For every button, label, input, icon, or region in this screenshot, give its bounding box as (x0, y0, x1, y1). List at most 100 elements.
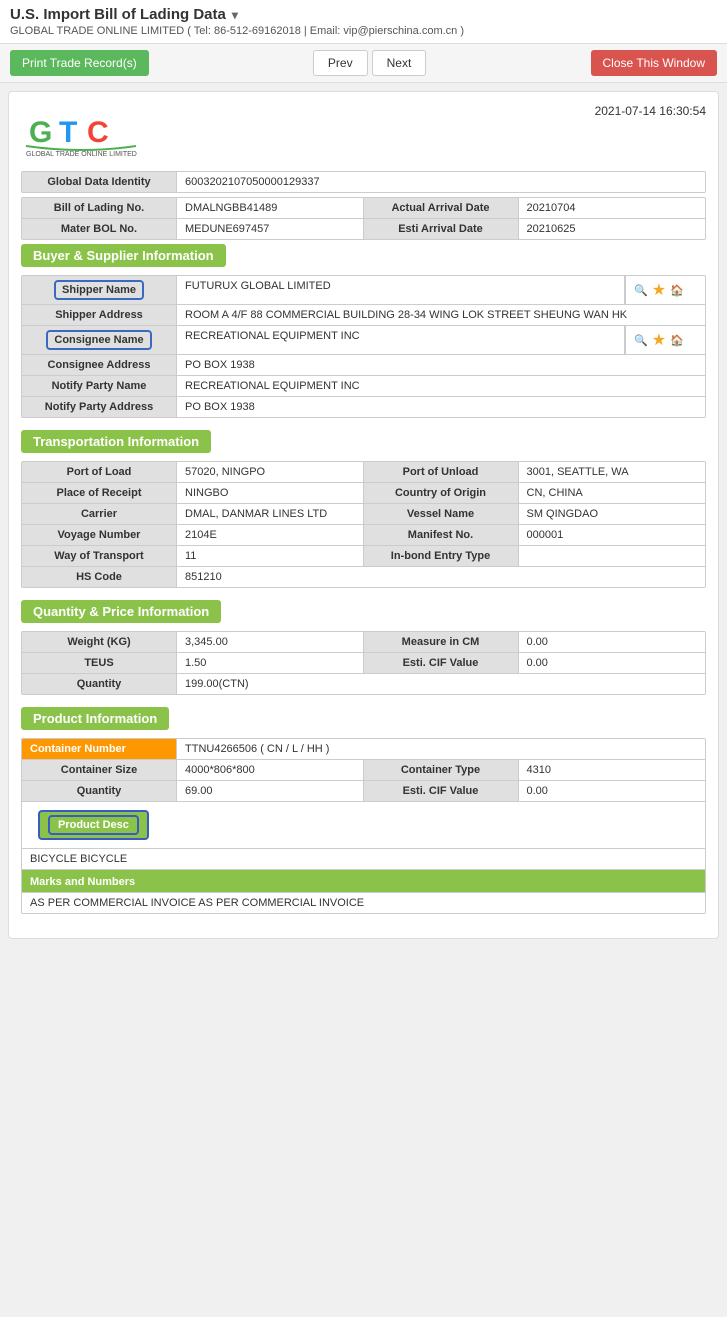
shipper-search-icon[interactable]: 🔍 (634, 284, 648, 297)
main-content: G T C GLOBAL TRADE ONLINE LIMITED 2021-0… (8, 91, 719, 939)
consignee-name-label-text: Consignee Name (46, 330, 151, 350)
logo-area: G T C GLOBAL TRADE ONLINE LIMITED (21, 104, 141, 159)
container-number-label: Container Number (22, 739, 177, 759)
consignee-star-icon[interactable]: ★ (652, 330, 666, 350)
transport-row3: Carrier DMAL, DANMAR LINES LTD Vessel Na… (22, 504, 705, 525)
consignee-search-icon[interactable]: 🔍 (634, 334, 648, 347)
notify-name-row: Notify Party Name RECREATIONAL EQUIPMENT… (22, 376, 705, 397)
measure-value: 0.00 (519, 632, 706, 652)
bol-row: Bill of Lading No. DMALNGBB41489 Actual … (22, 198, 705, 219)
quantity-price-table: Weight (KG) 3,345.00 Measure in CM 0.00 … (21, 631, 706, 695)
product-desc-label-cell: Product Desc (30, 806, 697, 844)
weight-label: Weight (KG) (22, 632, 177, 652)
qp-quantity-label: Quantity (22, 674, 177, 694)
inbond-entry-value (519, 546, 706, 566)
container-size-value: 4000*806*800 (177, 760, 364, 780)
place-of-receipt-label: Place of Receipt (22, 483, 177, 503)
buyer-supplier-header: Buyer & Supplier Information (21, 244, 706, 275)
top-bar: U.S. Import Bill of Lading Data ▾ GLOBAL… (0, 0, 727, 44)
transportation-label: Transportation Information (21, 430, 211, 453)
voyage-number-value: 2104E (177, 525, 364, 545)
shipper-icons: 🔍 ★ 🏠 (625, 276, 705, 304)
marks-value: AS PER COMMERCIAL INVOICE AS PER COMMERC… (22, 893, 705, 913)
qp-row3: Quantity 199.00(CTN) (22, 674, 705, 694)
product-desc-label-text: Product Desc (38, 810, 149, 840)
qp-row2: TEUS 1.50 Esti. CIF Value 0.00 (22, 653, 705, 674)
port-of-load-value: 57020, NINGPO (177, 462, 364, 482)
mater-bol-label: Mater BOL No. (22, 219, 177, 239)
svg-text:GLOBAL TRADE ONLINE LIMITED: GLOBAL TRADE ONLINE LIMITED (26, 151, 137, 158)
transport-row2: Place of Receipt NINGBO Country of Origi… (22, 483, 705, 504)
global-id-label: Global Data Identity (22, 172, 177, 192)
quantity-price-section: Quantity & Price Information Weight (KG)… (21, 600, 706, 695)
product-desc-value-row: BICYCLE BICYCLE (22, 849, 705, 870)
bol-no-label: Bill of Lading No. (22, 198, 177, 218)
esti-arrival-label: Esti Arrival Date (364, 219, 519, 239)
transport-row5: Way of Transport 11 In-bond Entry Type (22, 546, 705, 567)
port-of-unload-value: 3001, SEATTLE, WA (519, 462, 706, 482)
title-dropdown-icon[interactable]: ▾ (232, 8, 238, 22)
marks-value-row: AS PER COMMERCIAL INVOICE AS PER COMMERC… (22, 893, 705, 913)
consignee-icons: 🔍 ★ 🏠 (625, 326, 705, 354)
shipper-address-value: ROOM A 4/F 88 COMMERCIAL BUILDING 28-34 … (177, 305, 705, 325)
product-desc-label-row: Product Desc (22, 802, 705, 849)
product-desc-value: BICYCLE BICYCLE (22, 849, 705, 869)
quantity-price-header: Quantity & Price Information (21, 600, 706, 631)
vessel-name-value: SM QINGDAO (519, 504, 706, 524)
title-text: U.S. Import Bill of Lading Data (10, 6, 226, 23)
marks-label-cell: Marks and Numbers (30, 874, 697, 888)
global-id-value: 6003202107050000129337 (177, 172, 705, 192)
nav-buttons: Prev Next (313, 50, 426, 76)
shipper-name-label-text: Shipper Name (54, 280, 144, 300)
port-of-unload-label: Port of Unload (364, 462, 519, 482)
vessel-name-label: Vessel Name (364, 504, 519, 524)
arrival-date-label: Actual Arrival Date (364, 198, 519, 218)
page-title: U.S. Import Bill of Lading Data ▾ (10, 6, 717, 23)
shipper-address-label: Shipper Address (22, 305, 177, 325)
svg-text:G: G (29, 116, 52, 149)
teus-label: TEUS (22, 653, 177, 673)
mater-bol-value: MEDUNE697457 (177, 219, 364, 239)
marks-label-row: Marks and Numbers (22, 870, 705, 893)
consignee-name-row: Consignee Name RECREATIONAL EQUIPMENT IN… (22, 326, 705, 355)
consignee-home-icon[interactable]: 🏠 (670, 334, 684, 347)
place-of-receipt-value: NINGBO (177, 483, 364, 503)
hs-code-value: 851210 (177, 567, 705, 587)
notify-name-value: RECREATIONAL EQUIPMENT INC (177, 376, 705, 396)
arrival-date-value: 20210704 (519, 198, 706, 218)
consignee-name-label: Consignee Name (22, 326, 177, 354)
way-of-transport-label: Way of Transport (22, 546, 177, 566)
prev-button[interactable]: Prev (313, 50, 368, 76)
notify-address-value: PO BOX 1938 (177, 397, 705, 417)
shipper-address-row: Shipper Address ROOM A 4/F 88 COMMERCIAL… (22, 305, 705, 326)
product-table: Container Number TTNU4266506 ( CN / L / … (21, 738, 706, 914)
print-button[interactable]: Print Trade Record(s) (10, 50, 149, 76)
hs-code-label: HS Code (22, 567, 177, 587)
weight-value: 3,345.00 (177, 632, 364, 652)
qp-esti-cif-value: 0.00 (519, 653, 706, 673)
transport-row6: HS Code 851210 (22, 567, 705, 587)
consignee-name-value: RECREATIONAL EQUIPMENT INC (177, 326, 625, 354)
company-info: GLOBAL TRADE ONLINE LIMITED ( Tel: 86-51… (10, 25, 717, 37)
container-number-label-text: Container Number (30, 743, 126, 755)
transportation-header: Transportation Information (21, 430, 706, 461)
product-desc-label-inner: Product Desc (48, 815, 139, 835)
qp-esti-cif-label: Esti. CIF Value (364, 653, 519, 673)
consignee-address-value: PO BOX 1938 (177, 355, 705, 375)
transportation-table: Port of Load 57020, NINGPO Port of Unloa… (21, 461, 706, 588)
shipper-home-icon[interactable]: 🏠 (670, 284, 684, 297)
doc-header: G T C GLOBAL TRADE ONLINE LIMITED 2021-0… (21, 104, 706, 159)
svg-text:T: T (59, 116, 77, 149)
product-section: Product Information Container Number TTN… (21, 707, 706, 914)
close-button[interactable]: Close This Window (591, 50, 717, 76)
product-quantity-label: Quantity (22, 781, 177, 801)
esti-arrival-value: 20210625 (519, 219, 706, 239)
shipper-name-label: Shipper Name (22, 276, 177, 304)
global-id-section: Global Data Identity 6003202107050000129… (21, 171, 706, 193)
container-size-label: Container Size (22, 760, 177, 780)
product-header: Product Information (21, 707, 706, 738)
company-logo: G T C GLOBAL TRADE ONLINE LIMITED (21, 104, 141, 159)
shipper-star-icon[interactable]: ★ (652, 280, 666, 300)
next-button[interactable]: Next (372, 50, 427, 76)
shipper-name-value: FUTURUX GLOBAL LIMITED (177, 276, 625, 304)
